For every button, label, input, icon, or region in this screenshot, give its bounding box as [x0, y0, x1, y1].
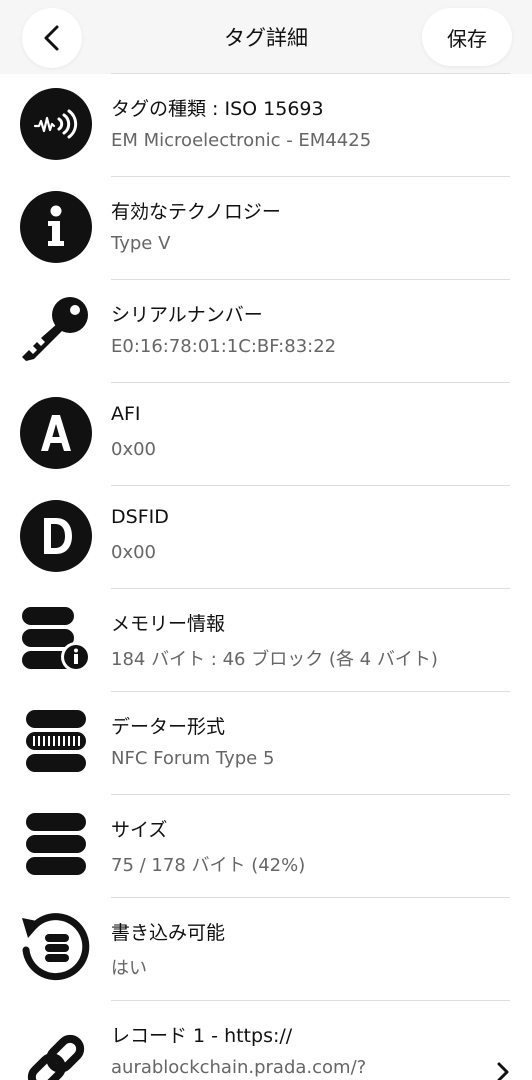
row-value: NFC Forum Type 5	[111, 748, 275, 769]
nfc-wave-icon	[20, 88, 92, 160]
database-icon	[20, 809, 92, 881]
row-value: aurablockchain.prada.com/?	[111, 1057, 367, 1078]
row-label: タグの種類 : ISO 15693	[111, 98, 324, 120]
list-item-dsfid[interactable]: DSFID 0x00	[0, 486, 532, 589]
row-label: サイズ	[111, 819, 168, 841]
letter-d-icon	[20, 500, 92, 572]
list-item-afi[interactable]: AFI 0x00	[0, 383, 532, 486]
row-value: E0:16:78:01:1C:BF:83:22	[111, 336, 337, 357]
row-value: Type V	[111, 233, 171, 254]
row-label: データー形式	[111, 716, 226, 738]
list-item-record-1[interactable]: レコード 1 - https:// aurablockchain.prada.c…	[0, 1001, 532, 1080]
row-label: 有効なテクノロジー	[111, 201, 281, 223]
row-value: 75 / 178 バイト (42%)	[111, 855, 306, 876]
row-label: レコード 1 - https://	[111, 1025, 293, 1047]
link-icon	[20, 1015, 92, 1080]
row-value: 184 バイト : 46 ブロック (各 4 バイト)	[111, 649, 438, 670]
save-button[interactable]: 保存	[422, 8, 512, 66]
chevron-left-icon	[44, 25, 59, 51]
chevron-right-icon	[497, 1062, 509, 1080]
row-label: DSFID	[111, 506, 169, 528]
row-label: 書き込み可能	[111, 922, 226, 944]
back-button[interactable]	[22, 8, 82, 68]
list-item-data-format[interactable]: データー形式 NFC Forum Type 5	[0, 692, 532, 795]
row-value: 0x00	[111, 439, 157, 460]
info-icon	[20, 191, 92, 263]
list-item-serial-number[interactable]: シリアルナンバー E0:16:78:01:1C:BF:83:22	[0, 280, 532, 383]
app-header: タグ詳細 保存	[0, 0, 532, 74]
database-info-icon	[20, 603, 92, 675]
letter-a-icon	[20, 397, 92, 469]
row-label: メモリー情報	[111, 613, 226, 635]
list-item-technology[interactable]: 有効なテクノロジー Type V	[0, 177, 532, 280]
key-icon	[20, 294, 92, 366]
list-item-tag-type[interactable]: タグの種類 : ISO 15693 EM Microelectronic - E…	[0, 74, 532, 177]
list-item-size[interactable]: サイズ 75 / 178 バイト (42%)	[0, 795, 532, 898]
row-value: 0x00	[111, 542, 157, 563]
list-item-memory-info[interactable]: メモリー情報 184 バイト : 46 ブロック (各 4 バイト)	[0, 589, 532, 692]
row-value: はい	[111, 958, 147, 979]
list-item-writable[interactable]: 書き込み可能 はい	[0, 898, 532, 1001]
row-value: EM Microelectronic - EM4425	[111, 130, 372, 151]
tag-detail-list: タグの種類 : ISO 15693 EM Microelectronic - E…	[0, 74, 532, 1080]
row-label: AFI	[111, 403, 141, 425]
database-refresh-icon	[20, 912, 92, 984]
row-label: シリアルナンバー	[111, 304, 263, 326]
database-format-icon	[20, 706, 92, 778]
